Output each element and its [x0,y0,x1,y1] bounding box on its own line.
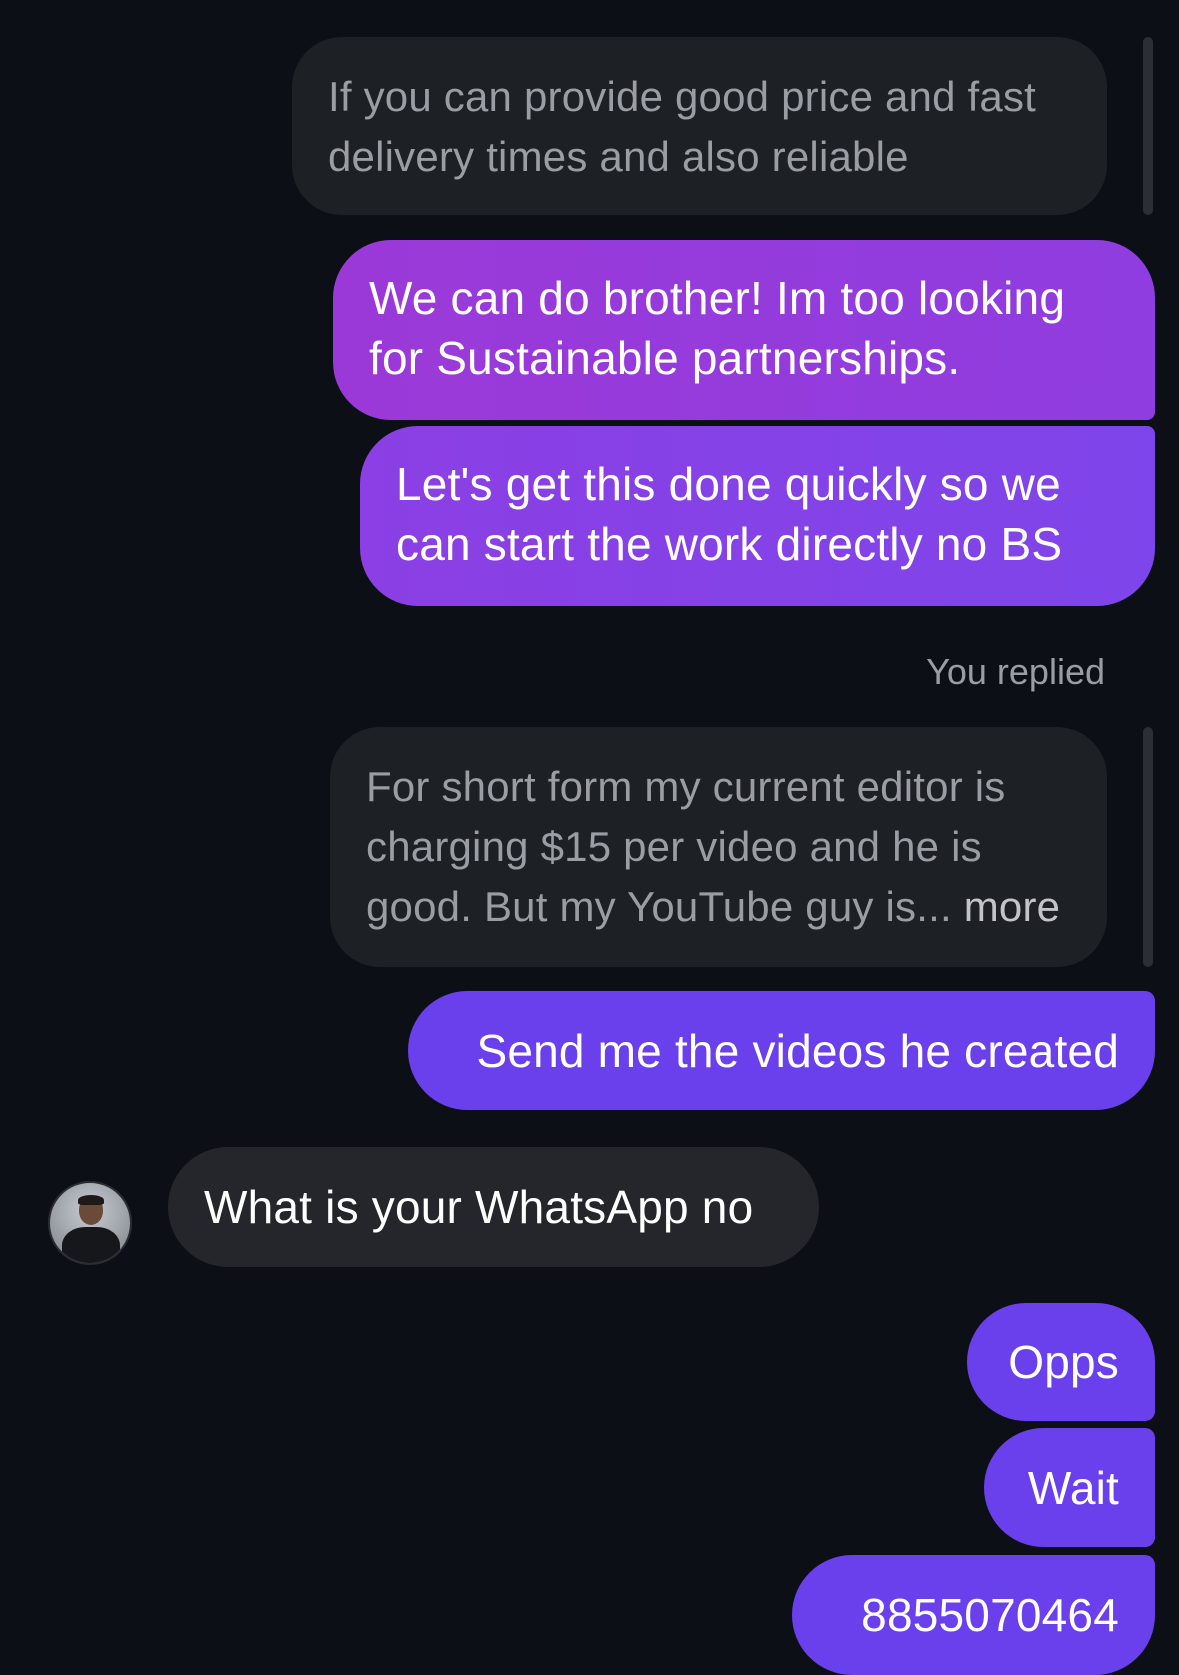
chat-thread: If you can provide good price and fast d… [0,0,1179,1675]
message-text: Opps [1008,1336,1119,1388]
message-line: For short form my current editor is [366,763,1006,810]
message-text: Send me the videos he created [476,1024,1119,1077]
outgoing-message-bubble[interactable]: Send me the videos he created [408,991,1155,1110]
message-text: Wait [1027,1461,1119,1514]
message-line: delivery times and also reliable [328,133,909,180]
outgoing-message-bubble[interactable]: 8855070464 [792,1555,1155,1675]
person-avatar-icon[interactable] [48,1181,132,1265]
outgoing-message-bubble[interactable]: Let's get this done quickly so we can st… [360,426,1155,606]
incoming-message-bubble[interactable]: What is your WhatsApp no [168,1147,819,1267]
avatar-body-shape [62,1227,120,1263]
you-replied-label: You replied [926,651,1105,692]
message-line: good. But my YouTube guy is... more [366,877,1071,937]
replied-message-bubble[interactable]: If you can provide good price and fast d… [292,37,1107,215]
outgoing-message-bubble[interactable]: Opps [967,1303,1155,1421]
message-line-text: good. But my YouTube guy is... [366,883,952,930]
message-line: can start the work directly no BS [396,518,1063,570]
outgoing-message-bubble[interactable]: We can do brother! Im too looking for Su… [333,240,1155,420]
avatar-hair-shape [78,1195,104,1205]
message-line: Let's get this done quickly so we [396,458,1061,510]
message-line: charging $15 per video and he is [366,823,982,870]
message-text: 8855070464 [861,1589,1119,1641]
more-link[interactable]: more [964,883,1061,930]
message-line: If you can provide good price and fast [328,73,1037,120]
outgoing-message-bubble[interactable]: Wait [984,1428,1155,1547]
reply-indicator-bar [1143,37,1153,215]
message-line: We can do brother! Im too looking [369,272,1066,324]
replied-message-bubble[interactable]: For short form my current editor is char… [330,727,1107,967]
message-line: for Sustainable partnerships. [369,332,961,384]
message-text: What is your WhatsApp no [204,1181,754,1233]
reply-indicator-bar [1143,727,1153,967]
